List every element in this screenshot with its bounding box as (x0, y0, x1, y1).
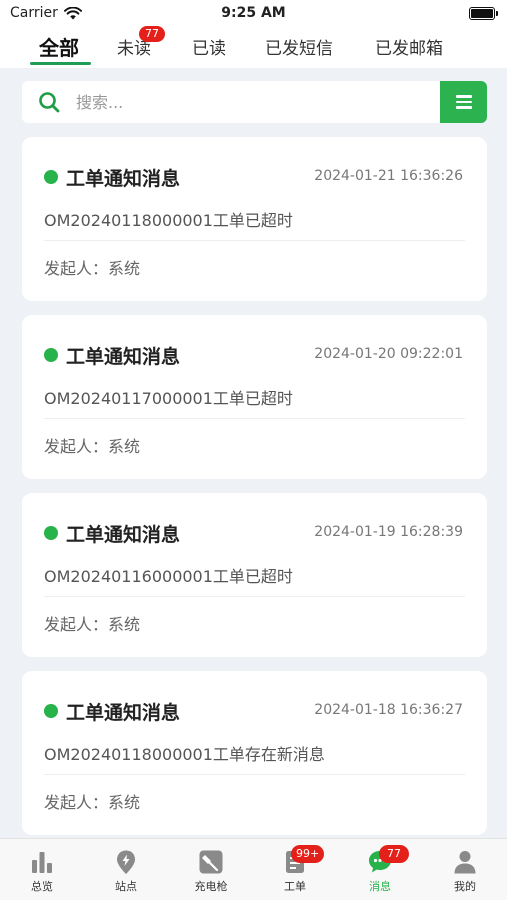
message-time: 2024-01-20 09:22:01 (314, 346, 463, 362)
tab-all[interactable]: 全部 (39, 32, 79, 61)
nav-overview[interactable]: 总览 (0, 839, 84, 900)
message-body: OM20240118000001工单已超时 (44, 211, 293, 230)
nav-stations[interactable]: 站点 (84, 839, 168, 900)
nav-label: 站点 (115, 880, 137, 893)
status-dot (44, 170, 58, 184)
message-sender: 发起人：系统 (44, 615, 141, 634)
message-sender: 发起人：系统 (44, 793, 141, 812)
tab-read[interactable]: 已读 (192, 34, 226, 59)
card-divider (44, 418, 465, 419)
search-bar (22, 81, 487, 123)
clock: 9:25 AM (221, 5, 286, 21)
message-badge: 77 (379, 845, 409, 863)
filter-menu-button[interactable] (440, 81, 487, 123)
message-title: 工单通知消息 (66, 168, 181, 190)
card-divider (44, 774, 465, 775)
message-card[interactable]: 工单通知消息 2024-01-19 16:28:39 OM20240116000… (22, 493, 487, 657)
status-bar: Carrier 9:25 AM (0, 0, 507, 28)
location-pin-icon (117, 850, 135, 874)
message-title: 工单通知消息 (66, 702, 181, 724)
search-input[interactable] (76, 89, 426, 115)
message-title: 工单通知消息 (66, 346, 181, 368)
tab-bar: 全部 未读 77 已读 已发短信 已发邮箱 (0, 26, 507, 68)
nav-charger[interactable]: 充电枪 (169, 839, 253, 900)
message-time: 2024-01-21 16:36:26 (314, 168, 463, 184)
status-dot (44, 704, 58, 718)
bottom-nav: 总览 站点 充电枪 工单 99+ 消息 77 我的 (0, 838, 507, 900)
unread-badge: 77 (139, 26, 165, 42)
message-title: 工单通知消息 (66, 524, 181, 546)
message-sender: 发起人：系统 (44, 259, 141, 278)
message-body: OM20240118000001工单存在新消息 (44, 745, 325, 764)
message-card[interactable]: 工单通知消息 2024-01-20 09:22:01 OM20240117000… (22, 315, 487, 479)
battery-icon (469, 7, 498, 20)
work-order-badge: 99+ (291, 845, 325, 863)
message-time: 2024-01-18 16:36:27 (314, 702, 463, 718)
nav-label: 充电枪 (194, 880, 228, 893)
nav-label: 我的 (454, 880, 476, 893)
message-card[interactable]: 工单通知消息 2024-01-18 16:36:27 OM20240118000… (22, 671, 487, 835)
message-body: OM20240117000001工单已超时 (44, 389, 293, 408)
message-time: 2024-01-19 16:28:39 (314, 524, 463, 540)
message-card[interactable]: 工单通知消息 2024-01-21 16:36:26 OM20240118000… (22, 137, 487, 301)
nav-label: 消息 (369, 880, 391, 893)
card-divider (44, 240, 465, 241)
tab-sent-sms[interactable]: 已发短信 (265, 34, 333, 59)
nav-work-orders[interactable]: 工单 99+ (253, 839, 337, 900)
menu-icon (455, 95, 472, 98)
nav-label: 总览 (31, 880, 53, 893)
message-body: OM20240116000001工单已超时 (44, 567, 293, 586)
search-icon (39, 92, 60, 113)
tab-sent-email[interactable]: 已发邮箱 (375, 34, 443, 59)
user-icon (454, 851, 476, 874)
status-dot (44, 348, 58, 362)
message-sender: 发起人：系统 (44, 437, 141, 456)
charger-icon (199, 850, 223, 874)
nav-profile[interactable]: 我的 (423, 839, 507, 900)
status-dot (44, 526, 58, 540)
bar-chart-icon (32, 852, 52, 873)
nav-label: 工单 (284, 880, 306, 893)
card-divider (44, 596, 465, 597)
active-tab-indicator (30, 62, 91, 65)
nav-messages[interactable]: 消息 77 (338, 839, 422, 900)
